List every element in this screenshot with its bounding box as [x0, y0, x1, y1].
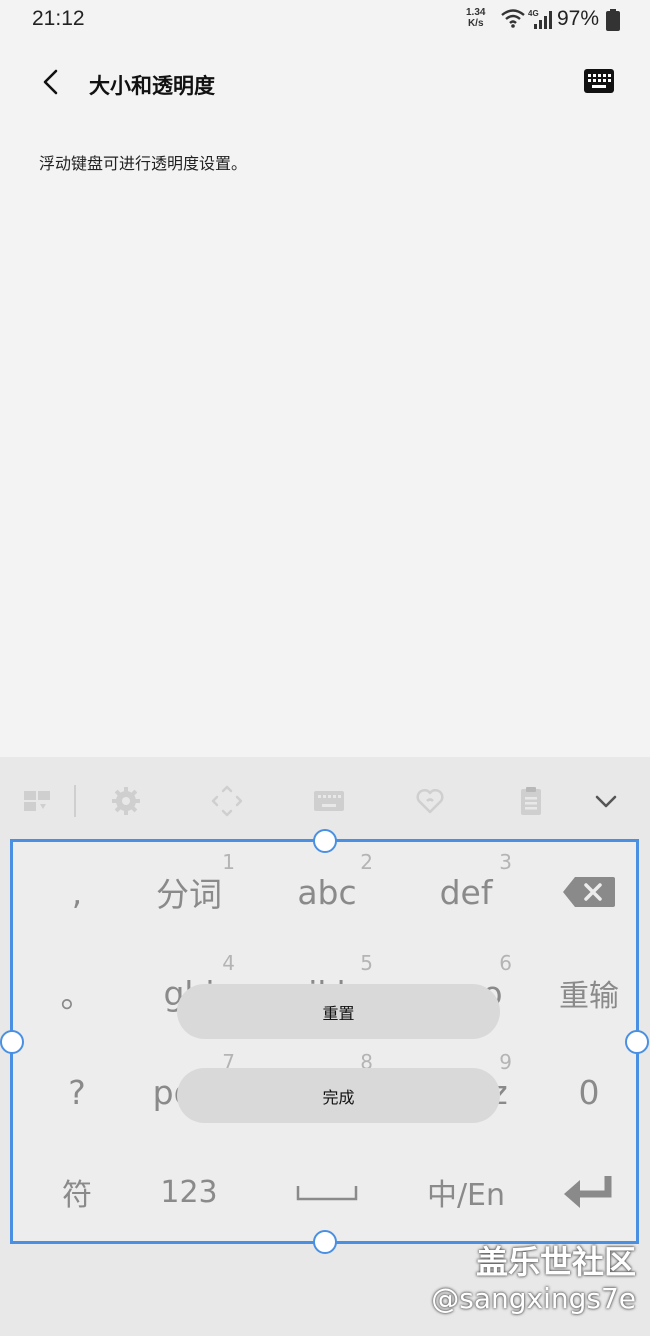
- move-arrows-icon[interactable]: [211, 785, 243, 817]
- battery-icon: [606, 9, 620, 31]
- network-type-label: 4G: [528, 9, 539, 18]
- key-def[interactable]: def 3: [402, 842, 530, 942]
- heart-sticker-icon[interactable]: [414, 785, 446, 817]
- key-reinput[interactable]: 重输: [525, 943, 650, 1043]
- floating-keyboard-frame: , 分词1 abc2 def3 。 ghi4 jkl5 mno6 重输 ? pq…: [0, 829, 649, 1254]
- watermark-handle: @sangxings7e: [431, 1282, 636, 1315]
- battery-percent: 97%: [557, 7, 600, 30]
- resize-handle-bottom[interactable]: [313, 1230, 337, 1254]
- resize-handle-left[interactable]: [0, 1030, 24, 1054]
- wifi-icon: [501, 9, 525, 28]
- back-arrow-icon[interactable]: [36, 66, 68, 98]
- page-title: 大小和透明度: [89, 74, 215, 98]
- space-icon: [296, 1186, 358, 1201]
- keyboard-mode-icon[interactable]: [313, 785, 345, 817]
- key-question[interactable]: ?: [13, 1042, 141, 1142]
- network-speed: 1.34 K/s: [466, 7, 486, 29]
- key-comma[interactable]: ,: [13, 842, 141, 942]
- keyboard-icon[interactable]: [583, 68, 615, 94]
- key-123[interactable]: 123: [125, 1142, 253, 1242]
- backspace-icon: [563, 877, 615, 907]
- gear-icon[interactable]: [110, 785, 142, 817]
- enter-icon: [564, 1176, 612, 1208]
- done-button[interactable]: 完成: [177, 1068, 500, 1123]
- key-symbols[interactable]: 符: [13, 1142, 141, 1242]
- chevron-down-icon[interactable]: [590, 785, 622, 817]
- resize-handle-right[interactable]: [625, 1030, 649, 1054]
- key-zero[interactable]: 0: [525, 1042, 650, 1142]
- layout-grid-icon[interactable]: [22, 785, 54, 817]
- opacity-description: 浮动键盘可进行透明度设置。: [39, 154, 248, 173]
- status-time: 21:12: [32, 7, 85, 30]
- key-backspace[interactable]: [525, 842, 650, 942]
- reset-button[interactable]: 重置: [177, 984, 500, 1039]
- key-enter[interactable]: [525, 1142, 650, 1242]
- signal-icon: 4G: [528, 9, 552, 29]
- status-bar: 21:12 1.34 K/s 4G 97%: [0, 0, 650, 40]
- key-fenci[interactable]: 分词 1: [125, 842, 253, 942]
- key-language-switch[interactable]: 中/En: [402, 1142, 530, 1242]
- toolbar-divider: [74, 785, 76, 817]
- resize-handle-top[interactable]: [313, 829, 337, 853]
- key-period[interactable]: 。: [13, 943, 141, 1043]
- clipboard-icon[interactable]: [515, 785, 547, 817]
- key-space[interactable]: [263, 1142, 391, 1242]
- watermark-title: 盖乐世社区: [475, 1243, 636, 1281]
- key-abc[interactable]: abc 2: [263, 842, 391, 942]
